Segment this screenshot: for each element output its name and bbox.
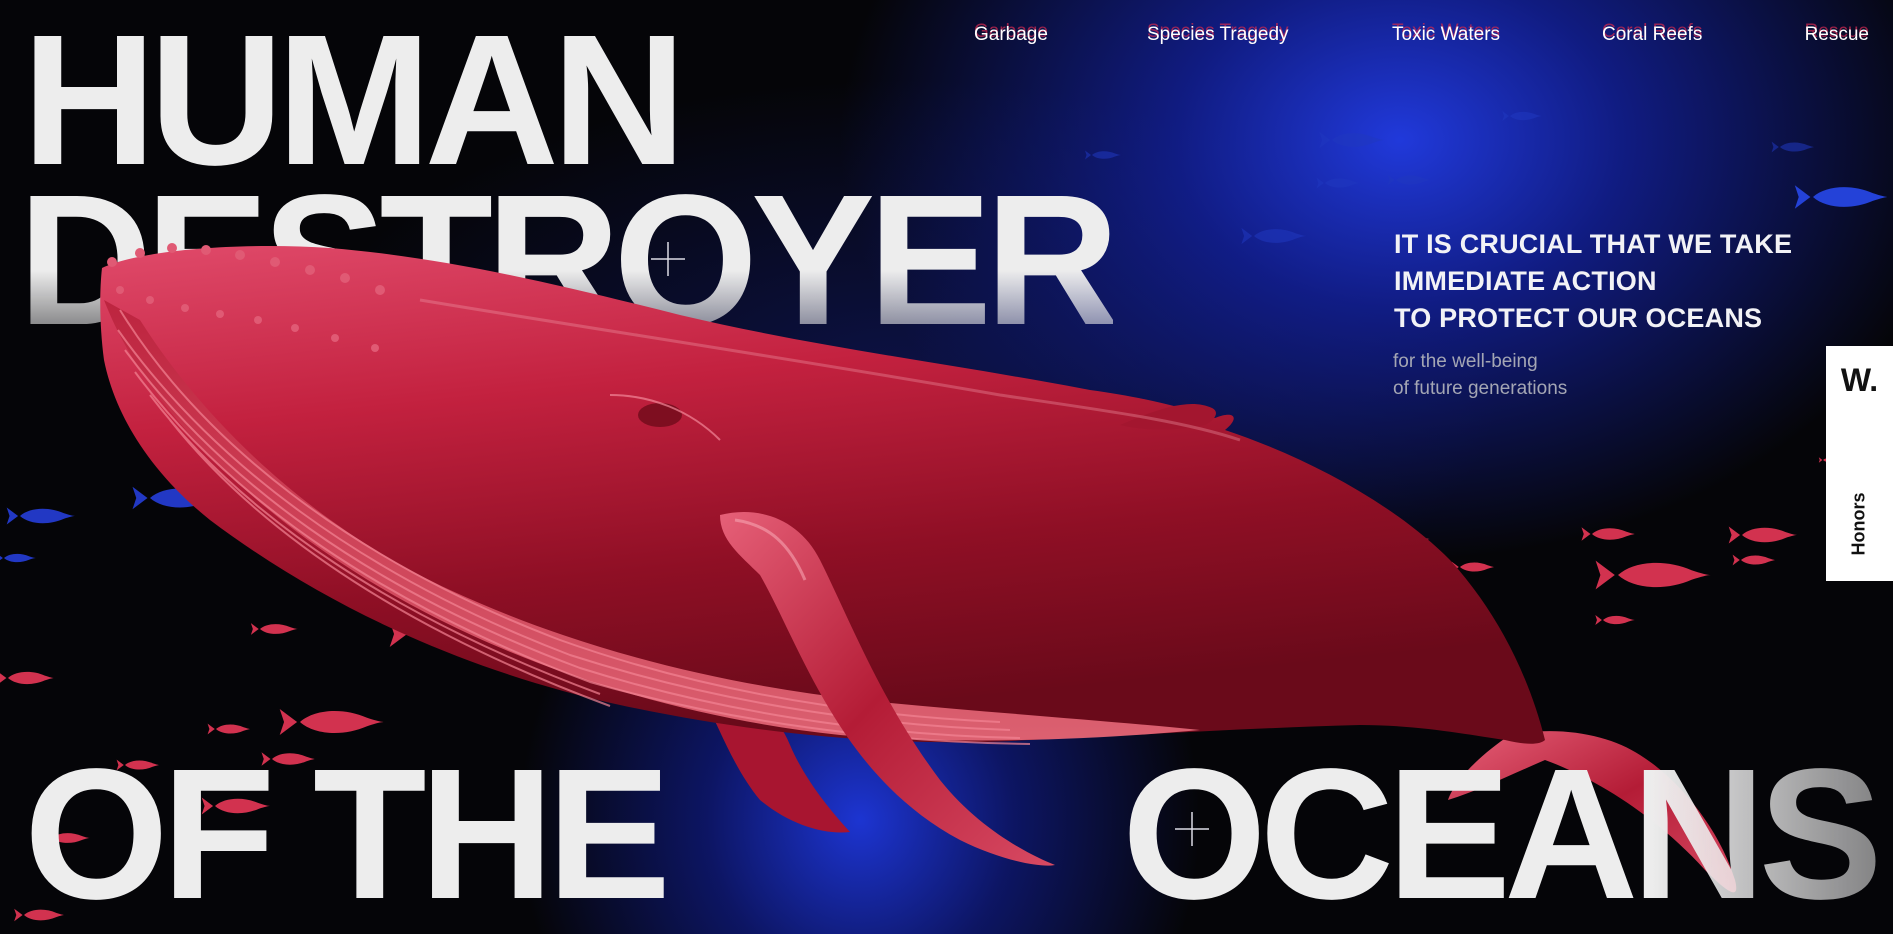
subline-line: of future generations [1393,378,1568,399]
hero-title-line-2: DESTROYER [18,157,1120,364]
honors-label: Honors [1848,492,1869,556]
headline-line: TO PROTECT OUR OCEANS [1394,303,1763,333]
nav-item-coral-reefs[interactable]: Coral Reefs [1602,24,1702,46]
plus-crosshair-icon [1175,812,1209,846]
subline-line: for the well-being [1393,351,1538,372]
hero-title-line-4: OCEANS [1122,731,1883,934]
nav-item-toxic-waters[interactable]: Toxic Waters [1392,24,1500,46]
headline-line: IT IS CRUCIAL THAT WE TAKE [1394,229,1793,259]
hero-title-line-3: OF THE [24,731,671,934]
nav-item-rescue[interactable]: Rescue [1805,24,1869,46]
call-to-action-subline: for the well-being of future generations [1393,348,1567,402]
call-to-action-headline: IT IS CRUCIAL THAT WE TAKE IMMEDIATE ACT… [1394,226,1814,337]
nav-item-species-tragedy[interactable]: Species Tragedy [1147,24,1289,46]
honors-side-tab[interactable]: W. Honors [1826,346,1893,581]
headline-line: IMMEDIATE ACTION [1394,266,1657,296]
hero-stage: HUMAN DESTROYER OF THE OCEANS Garbage Sp… [0,0,1893,934]
top-navigation: Garbage Species Tragedy Toxic Waters Cor… [960,24,1869,54]
nav-item-garbage[interactable]: Garbage [974,24,1048,46]
plus-crosshair-icon [651,242,685,276]
awwwards-logo: W. [1840,362,1879,398]
